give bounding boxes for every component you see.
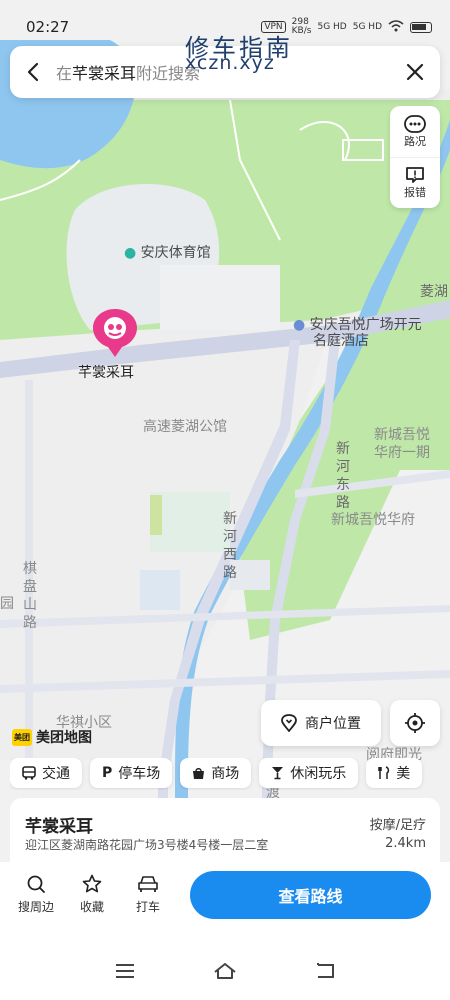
map-label-xinhe-east: 新河东路 bbox=[336, 441, 350, 511]
category-chips: 交通 P 停车场 商场 休闲玩乐 美 bbox=[10, 758, 450, 790]
chip-mall-label: 商场 bbox=[211, 766, 240, 782]
chip-food[interactable]: 美 bbox=[366, 758, 423, 788]
shopping-bag-icon bbox=[193, 767, 205, 779]
search-nearby-button[interactable]: 搜周边 bbox=[16, 874, 56, 915]
system-nav-bar bbox=[0, 932, 450, 1000]
traffic-icon bbox=[404, 114, 426, 133]
map-label-qipan: 棋盘山路 bbox=[23, 561, 37, 631]
map-label-xincheng-1b: 华府一期 bbox=[374, 445, 430, 461]
map-label-linghu: 菱湖 bbox=[420, 284, 448, 300]
report-button[interactable]: 报错 bbox=[390, 157, 440, 208]
map-label-gaosu: 高速菱湖公馆 bbox=[143, 419, 227, 435]
crosshair-icon bbox=[405, 713, 425, 733]
signal-1: 5G HD bbox=[317, 22, 347, 32]
search-nearby-label: 搜周边 bbox=[17, 900, 54, 914]
back-button[interactable] bbox=[10, 46, 56, 98]
report-label: 报错 bbox=[404, 186, 426, 199]
status-time: 02:27 bbox=[26, 18, 70, 36]
map-label-yuan: 园 bbox=[0, 596, 14, 612]
map-label-stadium: ● 安庆体育馆 bbox=[124, 245, 211, 261]
meituan-logo: 美团 美团地图 bbox=[12, 727, 92, 747]
view-route-button[interactable]: 查看路线 bbox=[190, 871, 431, 919]
map-label-hotel-2: 名庭酒店 bbox=[313, 333, 369, 349]
hotel-icon: ● bbox=[293, 317, 306, 333]
merchant-category: 按摩/足疗 bbox=[369, 818, 426, 833]
chip-parking-label: 停车场 bbox=[118, 766, 161, 782]
meituan-badge: 美团 bbox=[12, 728, 32, 746]
chip-leisure-label: 休闲玩乐 bbox=[290, 766, 347, 782]
battery-icon bbox=[410, 21, 432, 33]
star-icon bbox=[82, 874, 102, 893]
merchant-name: 芊裳采耳 bbox=[25, 817, 93, 837]
back-nav-button[interactable] bbox=[312, 960, 338, 982]
bottom-action-bar: 搜周边 收藏 打车 查看路线 bbox=[0, 862, 450, 932]
parking-icon: P bbox=[102, 765, 113, 781]
cutlery-icon bbox=[378, 766, 390, 779]
network-speed: 298 KB/s bbox=[291, 17, 312, 36]
chip-leisure[interactable]: 休闲玩乐 bbox=[259, 758, 359, 788]
merchant-info-card[interactable]: 芊裳采耳 按摩/足疗 迎江区菱湖南路花园广场3号楼4号楼一层二室 2.4km bbox=[10, 798, 440, 862]
traffic-label: 路况 bbox=[404, 134, 426, 148]
cocktail-icon bbox=[272, 767, 284, 780]
merchant-pin-icon bbox=[93, 309, 137, 357]
chip-parking[interactable]: P 停车场 bbox=[90, 758, 173, 788]
chip-mall[interactable]: 商场 bbox=[180, 758, 252, 788]
map-side-tools: 路况 报错 bbox=[390, 106, 440, 208]
taxi-label: 打车 bbox=[135, 900, 160, 914]
meituan-map-text: 美团地图 bbox=[36, 730, 92, 746]
search-keyword: 芊裳采耳 bbox=[72, 64, 137, 83]
merchant-location-label: 商户位置 bbox=[305, 716, 361, 732]
favorite-button[interactable]: 收藏 bbox=[72, 874, 112, 915]
traffic-button[interactable]: 路况 bbox=[390, 106, 440, 157]
car-icon bbox=[138, 876, 158, 892]
signal-2: 5G HD bbox=[352, 22, 382, 32]
favorite-label: 收藏 bbox=[79, 900, 104, 914]
merchant-location-button[interactable]: 商户位置 bbox=[261, 700, 381, 746]
menu-icon bbox=[116, 964, 134, 978]
stadium-icon: ● bbox=[124, 245, 137, 261]
home-icon bbox=[214, 963, 236, 979]
map-label-xinhe-west: 新河西路 bbox=[223, 511, 237, 581]
location-pin-icon bbox=[281, 714, 297, 732]
back-arrow-icon bbox=[317, 963, 334, 978]
bus-icon bbox=[22, 766, 36, 780]
map-label-xincheng-2: 新城吾悦华府 bbox=[331, 512, 415, 528]
map-label-xincheng-1: 新城吾悦 bbox=[374, 427, 430, 443]
watermark-url: xczn.xyz bbox=[185, 52, 275, 74]
taxi-button[interactable]: 打车 bbox=[128, 874, 168, 915]
my-location-button[interactable] bbox=[390, 700, 440, 746]
report-icon bbox=[406, 167, 424, 183]
chip-transport[interactable]: 交通 bbox=[10, 758, 82, 788]
menu-button[interactable] bbox=[112, 960, 138, 982]
close-icon bbox=[406, 63, 424, 81]
chevron-left-icon bbox=[27, 62, 39, 82]
marker-label: 芊裳采耳 bbox=[78, 365, 134, 381]
merchant-marker[interactable] bbox=[93, 309, 137, 359]
merchant-address: 迎江区菱湖南路花园广场3号楼4号楼一层二室 bbox=[25, 838, 269, 852]
close-button[interactable] bbox=[390, 46, 440, 98]
home-button[interactable] bbox=[212, 960, 238, 982]
chip-food-label: 美 bbox=[396, 766, 411, 782]
search-icon bbox=[27, 875, 45, 893]
merchant-distance: 2.4km bbox=[385, 836, 426, 851]
chip-transport-label: 交通 bbox=[42, 766, 70, 782]
wifi-icon bbox=[388, 19, 404, 35]
